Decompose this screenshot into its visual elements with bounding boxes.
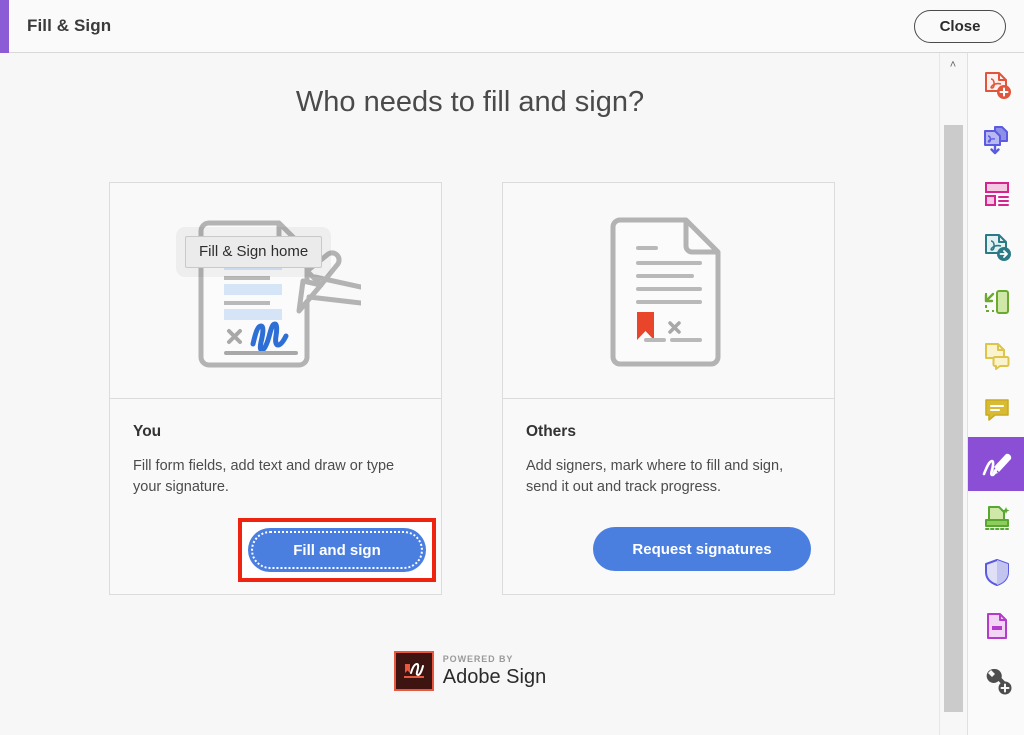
fill-and-sign-icon[interactable] — [968, 437, 1024, 491]
fill-and-sign-dialog: Fill & Sign Close Who needs to fill and … — [0, 0, 1024, 735]
fill-and-sign-home-tooltip: Fill & Sign home — [185, 236, 323, 268]
adobe-sign-logo-mark — [393, 651, 434, 691]
card-others-title: Others — [526, 423, 576, 440]
card-others-description: Add signers, mark where to fill and sign… — [526, 458, 784, 495]
page-title: Fill & Sign — [27, 16, 112, 35]
tooltip-container: Fill & Sign home — [176, 227, 332, 277]
card-you[interactable]: Fill & Sign home You Fill form fields, a… — [109, 182, 442, 595]
card-others-illustration — [503, 183, 834, 399]
request-signatures-button[interactable]: Request signatures — [593, 527, 811, 571]
document-seal-signature-icon — [610, 217, 720, 366]
redact-icon[interactable] — [968, 599, 1024, 653]
export-pdf-icon[interactable] — [968, 221, 1024, 275]
send-for-signature-icon[interactable] — [968, 491, 1024, 545]
fill-and-sign-highlight-box: Fill and sign — [238, 518, 436, 582]
comment-icon[interactable] — [968, 329, 1024, 383]
scroll-up-arrow-icon[interactable]: ˄ — [940, 53, 966, 77]
card-you-illustration: Fill & Sign home — [110, 183, 441, 399]
card-you-description: Fill form fields, add text and draw or t… — [133, 458, 395, 495]
protect-shield-icon[interactable] — [968, 545, 1024, 599]
vertical-scrollbar[interactable]: ˄ — [939, 53, 966, 735]
scrollbar-thumb[interactable] — [944, 125, 963, 712]
signature-pen-logo-icon — [403, 662, 424, 678]
content-area: Who needs to fill and sign? Fill & Sign … — [0, 53, 966, 735]
card-others-body: Others Add signers, mark where to fill a… — [503, 399, 834, 595]
sticky-note-icon[interactable] — [968, 383, 1024, 437]
dialog-header: Fill & Sign Close — [0, 0, 1024, 53]
adobe-sign-logo-text: POWERED BY Adobe Sign — [442, 654, 547, 688]
close-button[interactable]: Close — [914, 10, 1006, 43]
fill-and-sign-button[interactable]: Fill and sign — [248, 528, 426, 572]
edit-pdf-icon[interactable] — [968, 275, 1024, 329]
combine-files-icon[interactable] — [968, 113, 1024, 167]
card-you-body: You Fill form fields, add text and draw … — [110, 399, 441, 595]
adobe-sign-logo: POWERED BY Adobe Sign — [0, 651, 940, 691]
card-you-title: You — [133, 423, 162, 440]
main-heading: Who needs to fill and sign? — [295, 86, 645, 118]
card-others[interactable]: Others Add signers, mark where to fill a… — [502, 182, 835, 595]
create-pdf-icon[interactable] — [968, 59, 1024, 113]
accent-bar — [0, 0, 9, 53]
adobe-sign-brand-name: Adobe Sign — [442, 666, 547, 688]
powered-by-label: POWERED BY — [442, 654, 514, 664]
organize-pages-icon[interactable] — [968, 167, 1024, 221]
more-tools-icon[interactable] — [968, 653, 1024, 707]
tools-sidebar — [967, 53, 1024, 735]
